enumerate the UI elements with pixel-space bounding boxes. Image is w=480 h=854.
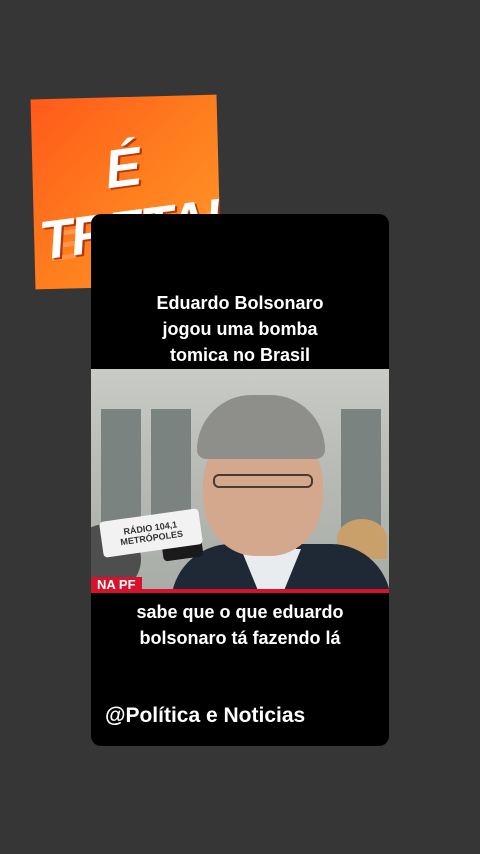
video-frame[interactable]: RÁDIO 104,1 METRÓPOLES NA PF (91, 369, 389, 593)
speaker-hair (197, 395, 325, 459)
bottom-caption: sabe que o que eduardo bolsonaro tá faze… (91, 599, 389, 651)
top-caption-line: jogou uma bomba (162, 319, 318, 339)
channel-handle[interactable]: @Política e Noticias (105, 704, 305, 728)
top-caption: Eduardo Bolsonaro jogou uma bomba tomica… (91, 290, 389, 368)
speaker-glasses (213, 474, 313, 488)
top-caption-line: tomica no Brasil (169, 345, 311, 365)
lower-third-tag: NA PF (91, 577, 142, 593)
background-window (341, 409, 381, 529)
bottom-caption-line: bolsonaro tá fazendo lá (139, 628, 341, 648)
video-card[interactable]: Eduardo Bolsonaro jogou uma bomba tomica… (91, 214, 389, 746)
bottom-caption-line: sabe que o que eduardo (136, 602, 344, 622)
background-window (101, 409, 141, 529)
top-caption-line: Eduardo Bolsonaro (156, 293, 324, 313)
